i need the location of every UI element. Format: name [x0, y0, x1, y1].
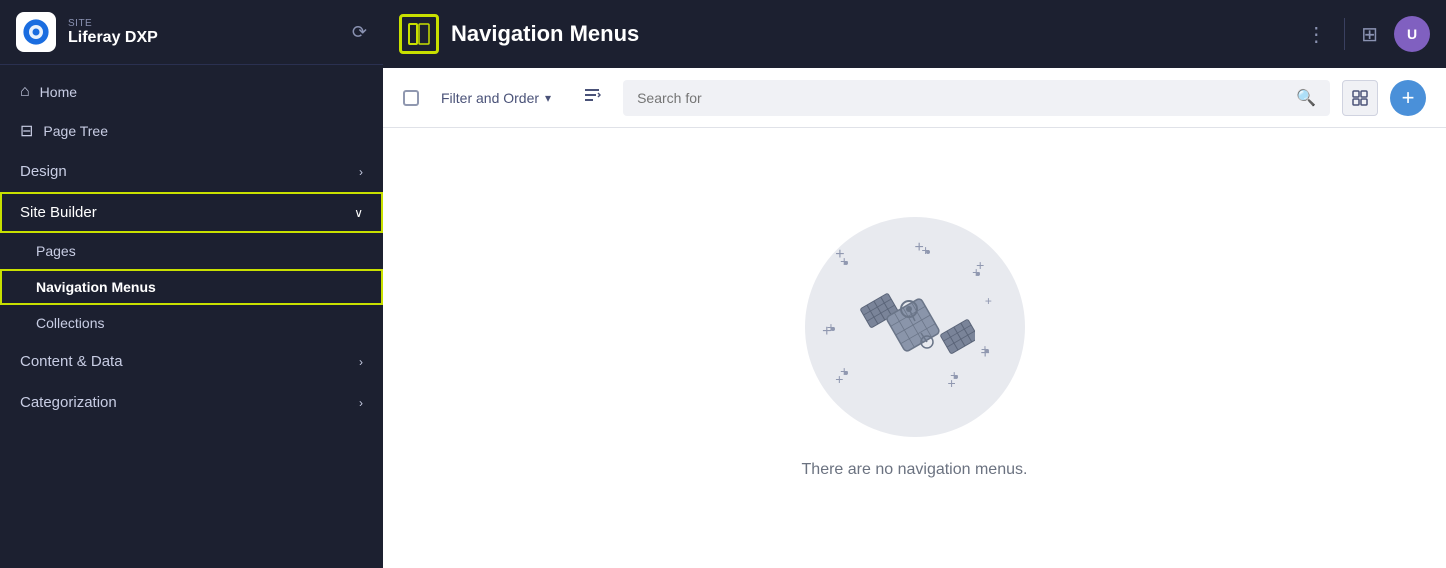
filter-dropdown-icon: ▾ [545, 91, 551, 105]
add-button[interactable]: + [1390, 80, 1426, 116]
design-label: Design [20, 163, 67, 180]
site-label: SITE [68, 18, 340, 29]
design-section-left: Design [20, 163, 67, 180]
sidebar-item-categorization[interactable]: Categorization › [0, 382, 383, 423]
pages-label: Pages [36, 243, 76, 259]
content-data-chevron-icon: › [359, 355, 363, 369]
apps-grid-icon[interactable]: ⊞ [1353, 16, 1386, 53]
sidebar-item-page-tree-label: Page Tree [43, 123, 108, 139]
search-icon: 🔍 [1296, 88, 1316, 108]
sidebar-item-pages[interactable]: Pages [0, 233, 383, 269]
main-content: Navigation Menus ⋮ ⊞ U Filter and Order … [383, 0, 1446, 568]
settings-icon[interactable]: ⟳ [352, 22, 367, 43]
select-all-checkbox[interactable] [403, 90, 419, 106]
view-grid-button[interactable] [1342, 80, 1378, 116]
site-info: SITE Liferay DXP [68, 18, 340, 47]
sidebar-item-page-tree[interactable]: ⊟ Page Tree [0, 111, 383, 151]
sidebar-item-home[interactable]: ⌂ Home [0, 73, 383, 111]
site-logo [16, 12, 56, 52]
empty-illustration: + + + + + + + + [805, 217, 1025, 437]
search-input[interactable] [637, 90, 1288, 106]
site-name: Liferay DXP [68, 29, 340, 47]
page-tree-icon: ⊟ [20, 121, 33, 141]
sidebar-item-design[interactable]: Design › [0, 151, 383, 192]
home-icon: ⌂ [20, 83, 30, 101]
topbar-actions: ⋮ ⊞ U [1296, 16, 1430, 53]
nav-menus-icon-box [399, 14, 439, 54]
sidebar-item-collections[interactable]: Collections [0, 305, 383, 341]
filter-order-button[interactable]: Filter and Order ▾ [431, 84, 561, 112]
sidebar-header: SITE Liferay DXP ⟳ [0, 0, 383, 65]
filterbar: Filter and Order ▾ 🔍 + [383, 68, 1446, 128]
avatar[interactable]: U [1394, 16, 1430, 52]
empty-state: + + + + + + + + [383, 128, 1446, 568]
categorization-section-left: Categorization [20, 394, 117, 411]
navigation-menus-label: Navigation Menus [36, 279, 156, 295]
sidebar-item-navigation-menus[interactable]: Navigation Menus [0, 269, 383, 305]
stars-decoration: + + + + + + + + [805, 217, 1025, 437]
site-builder-section-left: Site Builder [20, 204, 97, 221]
topbar: Navigation Menus ⋮ ⊞ U [383, 0, 1446, 68]
add-icon: + [1402, 85, 1415, 111]
collections-label: Collections [36, 315, 104, 331]
site-builder-chevron-icon: ∨ [354, 206, 363, 220]
categorization-label: Categorization [20, 394, 117, 411]
filter-order-label: Filter and Order [441, 90, 539, 106]
topbar-divider [1344, 18, 1345, 50]
sidebar: SITE Liferay DXP ⟳ ⌂ Home ⊟ Page Tree De… [0, 0, 383, 568]
content-data-section-left: Content & Data [20, 353, 123, 370]
site-builder-label: Site Builder [20, 204, 97, 221]
topbar-title: Navigation Menus [451, 21, 1284, 47]
sidebar-nav: ⌂ Home ⊟ Page Tree Design › Site Builder… [0, 65, 383, 431]
design-chevron-icon: › [359, 165, 363, 179]
sort-button[interactable] [573, 80, 611, 115]
empty-message: There are no navigation menus. [802, 461, 1028, 479]
categorization-chevron-icon: › [359, 396, 363, 410]
content-data-label: Content & Data [20, 353, 123, 370]
more-options-icon[interactable]: ⋮ [1296, 16, 1336, 53]
sidebar-item-content-data[interactable]: Content & Data › [0, 341, 383, 382]
sidebar-item-home-label: Home [40, 84, 77, 100]
sidebar-item-site-builder[interactable]: Site Builder ∨ [0, 192, 383, 233]
search-wrapper: 🔍 [623, 80, 1330, 116]
